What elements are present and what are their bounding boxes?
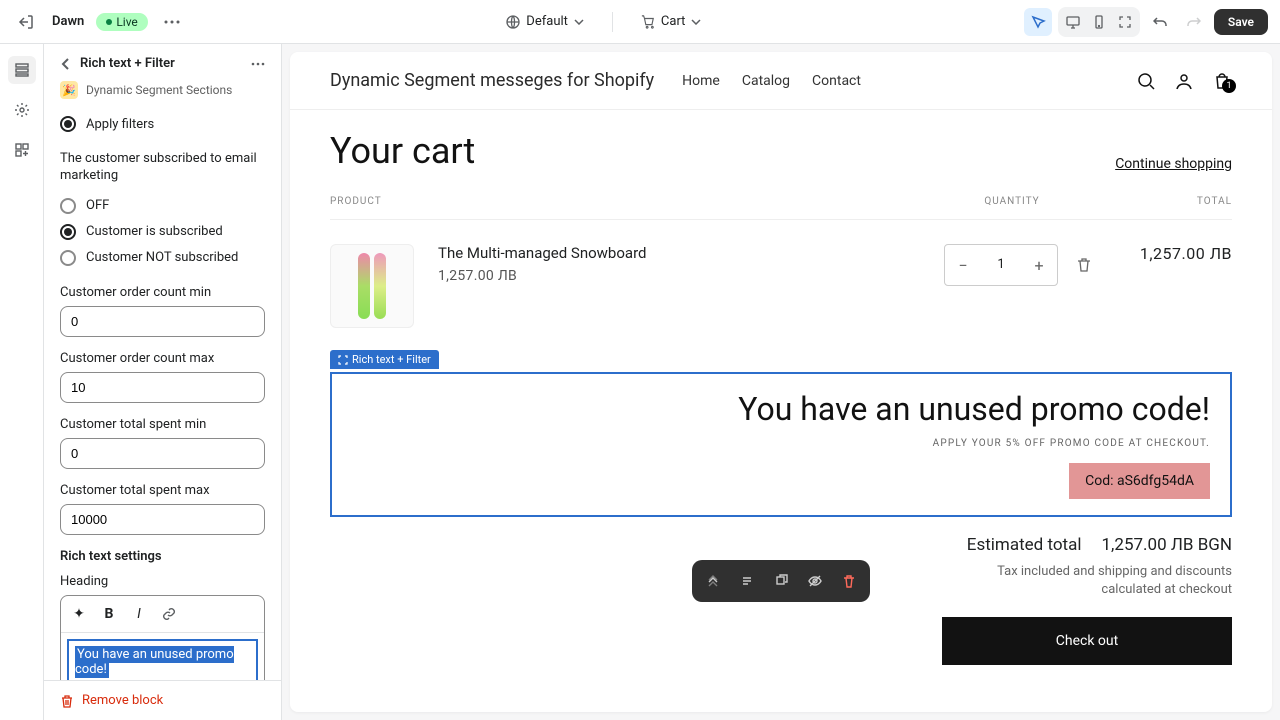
heading-input[interactable]: You have an unused promo code! [67, 639, 258, 680]
promo-subtext: APPLY YOUR 5% OFF PROMO CODE AT CHECKOUT… [352, 438, 1210, 449]
duplicate-icon[interactable] [768, 568, 794, 594]
delete-icon[interactable] [836, 568, 862, 594]
qty-increase-icon[interactable]: + [1021, 245, 1057, 285]
col-quantity: QUANTITY [932, 196, 1092, 207]
back-icon[interactable] [60, 58, 72, 70]
rte-bold-icon[interactable]: B [97, 602, 121, 626]
exit-editor-icon[interactable] [12, 8, 40, 36]
rte-link-icon[interactable] [157, 602, 181, 626]
inspector-icon[interactable] [1024, 8, 1052, 36]
selected-section[interactable]: Rich text + Filter You have an unused pr… [330, 372, 1232, 517]
theme-name: Dawn [52, 14, 84, 29]
preview-area: Dynamic Segment messeges for Shopify Hom… [282, 44, 1280, 720]
tax-note: Tax included and shipping and discounts … [952, 563, 1232, 599]
promo-heading: You have an unused promo code! [352, 390, 1210, 428]
desktop-icon[interactable] [1060, 9, 1086, 35]
continue-shopping-link[interactable]: Continue shopping [1115, 156, 1232, 172]
spent-min-input[interactable] [60, 438, 265, 469]
remove-block-button[interactable]: Remove block [44, 680, 281, 720]
topbar: Dawn Live Default Cart [0, 0, 1280, 44]
remove-item-icon[interactable] [1076, 257, 1092, 273]
rail-apps-icon[interactable] [8, 136, 36, 164]
sidebar-title: Rich text + Filter [80, 56, 243, 71]
save-button[interactable]: Save [1214, 9, 1268, 35]
fullscreen-icon[interactable] [1112, 9, 1138, 35]
order-min-input[interactable] [60, 306, 265, 337]
order-min-label: Customer order count min [60, 285, 265, 300]
product-image [330, 244, 414, 328]
spent-max-input[interactable] [60, 504, 265, 535]
cart-row: The Multi-managed Snowboard 1,257.00 ЛВ … [330, 220, 1232, 352]
heading-label: Heading [60, 574, 265, 589]
block-more-icon[interactable] [251, 62, 265, 66]
qty-value[interactable]: 1 [981, 245, 1021, 285]
template-selector[interactable]: Default [498, 8, 592, 35]
heading-rte[interactable]: ✦ B I You have an unused promo code! [60, 595, 265, 680]
device-preview-group [1058, 7, 1140, 37]
store-nav: Home Catalog Contact [682, 73, 861, 89]
sidebar: Rich text + Filter 🎉 Dynamic Segment Sec… [44, 44, 282, 720]
undo-icon[interactable] [1146, 8, 1174, 36]
store-header: Dynamic Segment messeges for Shopify Hom… [290, 52, 1272, 109]
estimated-total-label: Estimated total [967, 535, 1082, 555]
store-title: Dynamic Segment messeges for Shopify [330, 70, 654, 91]
checkout-button[interactable]: Check out [942, 617, 1232, 665]
apply-filters-radio[interactable]: Apply filters [60, 111, 265, 137]
floating-toolbar [692, 560, 870, 602]
rte-italic-icon[interactable]: I [127, 602, 151, 626]
nav-home[interactable]: Home [682, 73, 720, 89]
order-max-label: Customer order count max [60, 351, 265, 366]
rail-sections-icon[interactable] [8, 56, 36, 84]
cart-selector[interactable]: Cart [633, 8, 710, 35]
email-not-subscribed-radio[interactable]: Customer NOT subscribed [60, 245, 265, 271]
move-down-icon[interactable] [734, 568, 760, 594]
email-off-radio[interactable]: OFF [60, 193, 265, 219]
estimated-total-value: 1,257.00 ЛВ BGN [1101, 535, 1232, 555]
theme-more-icon[interactable] [160, 16, 184, 28]
spent-max-label: Customer total spent max [60, 483, 265, 498]
cart-icon[interactable]: 1 [1212, 71, 1232, 91]
account-icon[interactable] [1174, 71, 1194, 91]
left-rail [0, 44, 44, 720]
selection-tag[interactable]: Rich text + Filter [330, 350, 439, 369]
rte-magic-icon[interactable]: ✦ [67, 602, 91, 626]
app-icon: 🎉 [60, 81, 78, 99]
email-subscribed-radio[interactable]: Customer is subscribed [60, 219, 265, 245]
live-badge: Live [96, 13, 147, 31]
hide-icon[interactable] [802, 568, 828, 594]
promo-code-badge[interactable]: Cod: aS6dfg54dA [1069, 463, 1210, 499]
cart-heading: Your cart [330, 130, 475, 172]
product-name[interactable]: The Multi-managed Snowboard [438, 244, 944, 262]
row-total: 1,257.00 ЛВ [1092, 244, 1232, 263]
rail-settings-icon[interactable] [8, 96, 36, 124]
product-price: 1,257.00 ЛВ [438, 268, 944, 284]
app-label: 🎉 Dynamic Segment Sections [44, 77, 281, 111]
cart-count-badge: 1 [1222, 79, 1236, 93]
quantity-stepper[interactable]: − 1 + [944, 244, 1058, 286]
col-product: PRODUCT [330, 196, 932, 207]
nav-contact[interactable]: Contact [812, 73, 861, 89]
email-group-label: The customer subscribed to email marketi… [60, 151, 265, 185]
mobile-icon[interactable] [1086, 9, 1112, 35]
redo-icon[interactable] [1180, 8, 1208, 36]
search-icon[interactable] [1136, 71, 1156, 91]
rich-text-settings-title: Rich text settings [44, 549, 281, 574]
move-up-icon[interactable] [700, 568, 726, 594]
col-total: TOTAL [1092, 196, 1232, 207]
spent-min-label: Customer total spent min [60, 417, 265, 432]
nav-catalog[interactable]: Catalog [742, 73, 790, 89]
qty-decrease-icon[interactable]: − [945, 245, 981, 285]
order-max-input[interactable] [60, 372, 265, 403]
